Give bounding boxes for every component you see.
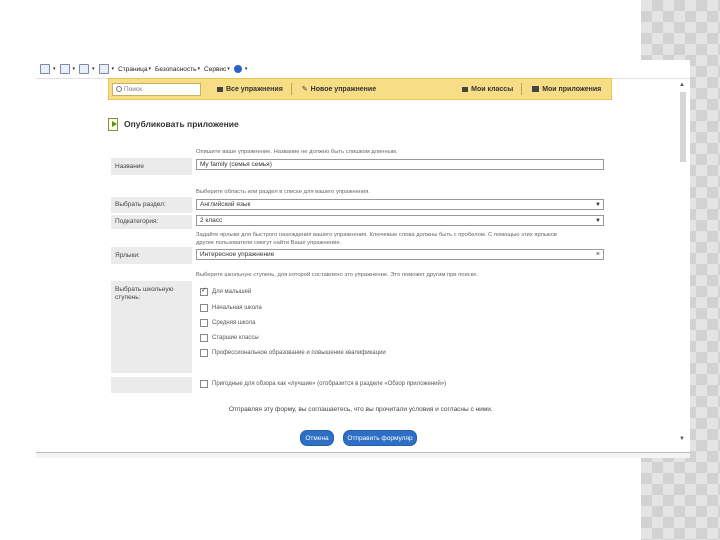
subcategory-label: Подкатегория:	[111, 215, 192, 229]
checkbox[interactable]	[200, 334, 208, 342]
chevron-down-icon: ▼	[595, 202, 601, 208]
submit-button[interactable]: Отправить формуляр	[343, 430, 417, 446]
chevron-down-icon[interactable]: ▼	[679, 436, 685, 442]
name-label: Название	[111, 158, 192, 175]
menu-security[interactable]: Безопасность ▾	[155, 66, 200, 73]
level-option-senior[interactable]: Старшие классы	[200, 334, 259, 342]
section-label: Выбрать раздел:	[111, 197, 192, 213]
section-hint: Выберите область или раздел в списке для…	[196, 189, 370, 195]
search-icon	[116, 86, 122, 92]
level-option-primary[interactable]: Начальная школа	[200, 304, 262, 312]
folder-icon	[532, 86, 540, 92]
terms-notice: Отправляя эту форму, вы соглашаетесь, чт…	[229, 406, 493, 413]
level-option-middle[interactable]: Средняя школа	[200, 319, 255, 327]
nav-divider	[290, 83, 292, 95]
browser-screenshot: ▾ ▾ ▾ ▾ Страница ▾ Безопасность ▾ Сервис ▾ …	[36, 60, 690, 458]
mail-icon[interactable]: ▾	[79, 64, 95, 74]
nav-my-classes[interactable]: Мои классы	[462, 86, 513, 93]
print-icon[interactable]: ▾	[98, 64, 114, 74]
help-icon[interactable]: ▾	[233, 65, 247, 73]
name-hint: Опишите ваше упражнение. Название не дол…	[196, 149, 398, 155]
level-option-kids[interactable]: Для малышей	[200, 286, 251, 296]
cancel-button[interactable]: Отмена	[300, 430, 334, 446]
scrollbar-thumb[interactable]	[680, 92, 686, 162]
checkbox[interactable]	[200, 304, 208, 312]
publish-icon	[108, 118, 118, 131]
list-icon	[217, 86, 223, 92]
search-input[interactable]: Поиск	[112, 82, 201, 96]
checkbox[interactable]	[200, 349, 208, 357]
menu-page[interactable]: Страница ▾	[118, 66, 151, 73]
pencil-icon: ✎	[301, 86, 308, 93]
nav-my-apps[interactable]: Мои приложения	[532, 86, 601, 93]
close-icon[interactable]: ×	[596, 250, 600, 259]
app-navbar: Поиск Все упражнения ✎ Новое упражнение …	[108, 78, 612, 100]
subcategory-select[interactable]: 2 класс ▼	[196, 215, 604, 226]
menu-service[interactable]: Сервис ▾	[204, 66, 230, 73]
name-field[interactable]: My family (семья семья)	[196, 159, 604, 170]
vertical-scrollbar[interactable]: ▲ ▼	[679, 80, 688, 450]
checkbox-checked[interactable]	[200, 286, 208, 296]
chevron-down-icon: ▼	[595, 218, 601, 224]
chevron-up-icon[interactable]: ▲	[679, 82, 685, 88]
feeds-icon[interactable]: ▾	[59, 64, 75, 74]
showcase-label-cell	[111, 377, 192, 393]
nav-divider	[521, 83, 523, 95]
checkbox[interactable]	[200, 319, 208, 327]
tags-hint-line-2: другие пользователи смогут найти Ваше уп…	[196, 240, 342, 246]
tags-hint-line-1: Задайте ярлыки для быстрого нахождения в…	[196, 232, 557, 238]
level-label: Выбрать школьную ступень:	[111, 281, 192, 373]
nav-all-exercises[interactable]: Все упражнения	[217, 86, 283, 93]
browser-toolbar: ▾ ▾ ▾ ▾ Страница ▾ Безопасность ▾ Сервис ▾ …	[36, 60, 690, 79]
tags-field[interactable]: Интересное упражнение ×	[196, 249, 604, 260]
status-bar	[36, 452, 690, 458]
page-title: Опубликовать приложение	[108, 118, 239, 131]
level-option-professional[interactable]: Профессиональное образование и повышение…	[200, 349, 386, 357]
section-select[interactable]: Английский язык ▼	[196, 199, 604, 210]
classes-icon	[462, 86, 469, 92]
nav-new-exercise[interactable]: ✎ Новое упражнение	[301, 85, 376, 94]
checkbox[interactable]	[200, 380, 208, 388]
tags-label: Ярлыки:	[111, 247, 192, 264]
home-icon[interactable]: ▾	[40, 64, 56, 74]
level-hint: Выберите школьную ступень, для которой с…	[196, 272, 479, 278]
showcase-option[interactable]: Пригодные для обзора как «лучшие» (отобр…	[200, 380, 446, 388]
